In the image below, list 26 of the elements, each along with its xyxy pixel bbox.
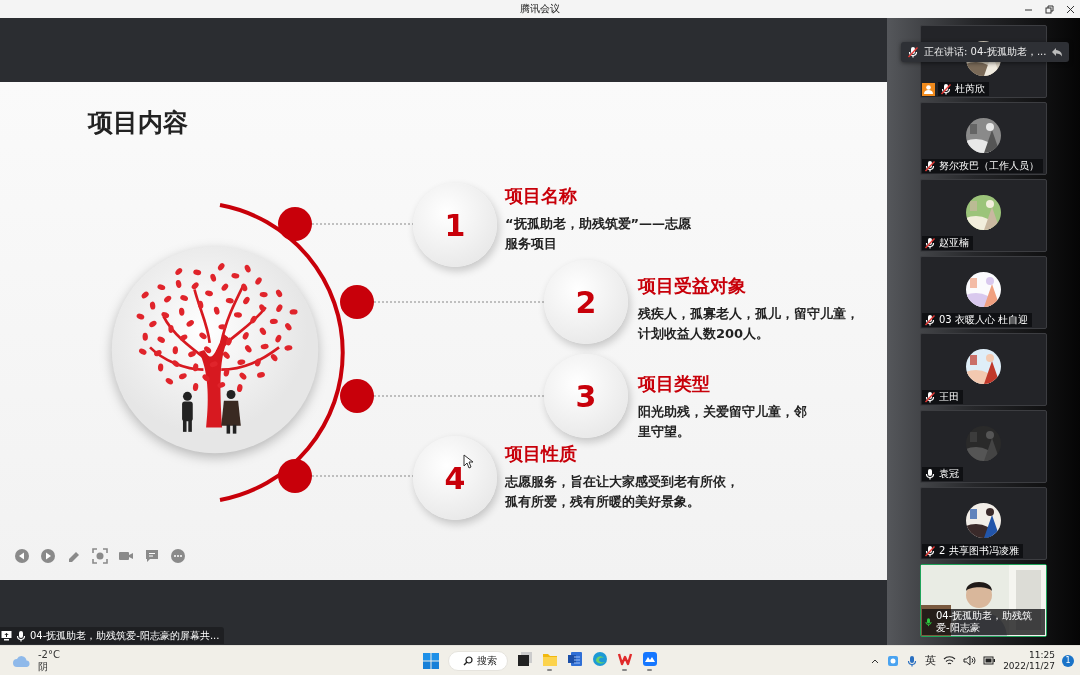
speaker-text: 正在讲话: 04-抚孤助老，... (924, 45, 1047, 59)
weather-condition: 阴 (38, 660, 49, 673)
participant-name: 03 衣暖人心 杜自迎 (922, 313, 1033, 327)
item-heading: 项目类型 (638, 372, 711, 396)
participant-name: 努尔孜巴（工作人员） (922, 159, 1043, 173)
step-number: 1 (413, 183, 497, 267)
item-description: “抚孤助老，助残筑爱”——志愿 服务项目 (505, 215, 692, 253)
item-heading: 项目名称 (505, 184, 578, 208)
share-banner-text: 04-抚孤助老，助残筑爱-阳志豪的屏幕共... (30, 628, 220, 643)
item-heading: 项目性质 (505, 442, 578, 466)
slide-title: 项目内容 (88, 107, 188, 139)
participant-name: 赵亚楠 (922, 236, 973, 250)
item-description: 阳光助残，关爱留守儿童，邻 里守望。 (638, 403, 807, 441)
step-number: 4 (413, 436, 497, 520)
item-description: 残疾人，孤寡老人，孤儿，留守儿童， 计划收益人数200人。 (638, 305, 859, 343)
window-title: 腾讯会议 (520, 2, 560, 16)
step-number: 3 (544, 354, 628, 438)
item-heading: 项目受益对象 (638, 274, 747, 298)
participant-name: 04-抚孤助老，助残筑爱-阳志豪 (922, 609, 1045, 635)
participant-name: 王田 (922, 390, 963, 404)
temperature-text: -2°C (38, 648, 60, 661)
step-number: 2 (544, 260, 628, 344)
participant-name: 2 共享图书冯凌雅 (922, 544, 1023, 558)
participant-name: 杜芮欣 (938, 82, 989, 96)
participant-name: 袁冠 (922, 467, 963, 481)
item-description: 志愿服务，旨在让大家感受到老有所依， 孤有所爱，残有所暖的美好景象。 (505, 473, 739, 511)
